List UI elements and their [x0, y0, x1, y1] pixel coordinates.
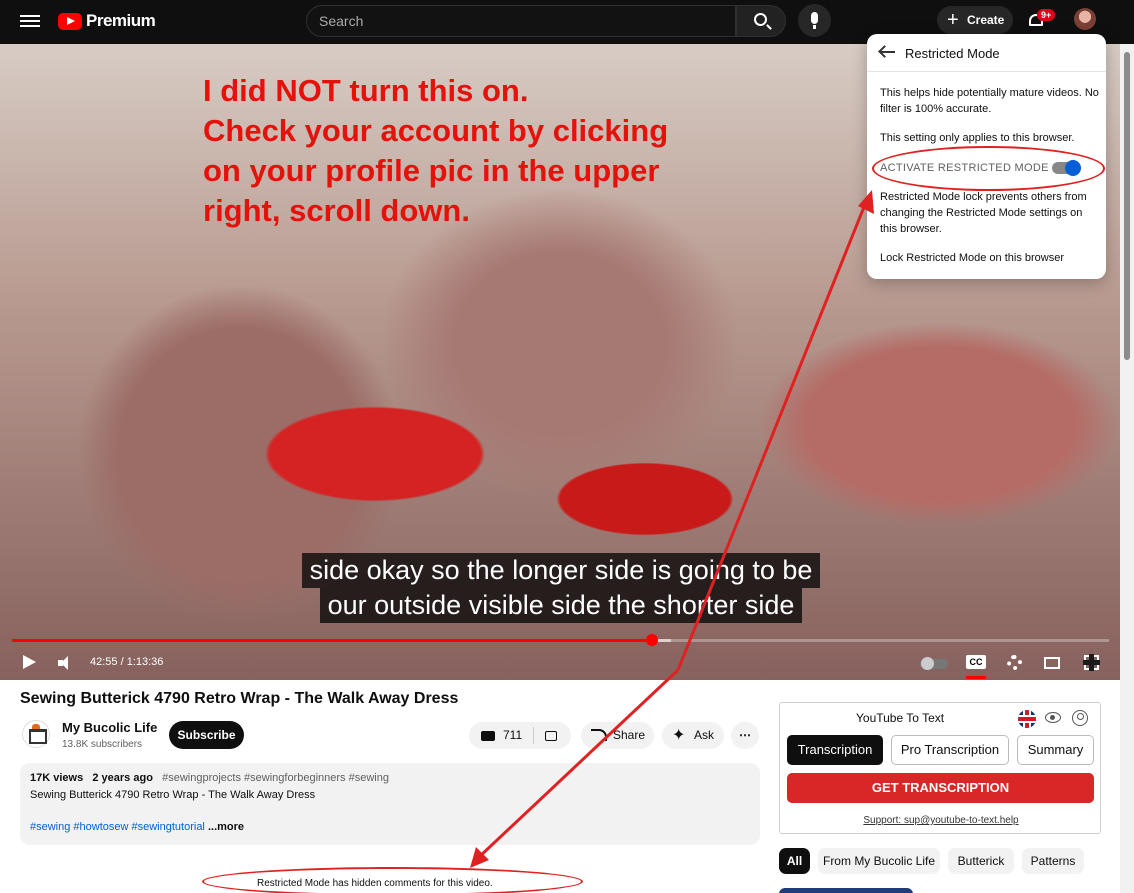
description-hashtags[interactable]: #sewing #howtosew #sewingtutorial: [30, 821, 205, 833]
settings-gear-icon[interactable]: [1007, 655, 1022, 670]
logo-text: Premium: [86, 11, 156, 30]
overlay-line: right, scroll down.: [203, 193, 470, 228]
profile-avatar[interactable]: [1074, 8, 1096, 30]
get-transcription-button[interactable]: GET TRANSCRIPTION: [787, 773, 1094, 803]
chip-butterick[interactable]: Butterick: [948, 848, 1014, 874]
annotation-overlay-text: I did NOT turn this on. Check your accou…: [203, 71, 763, 231]
upload-age: 2 years ago: [92, 772, 153, 784]
channel-avatar[interactable]: [22, 720, 50, 748]
menu-icon[interactable]: [20, 12, 40, 30]
back-arrow-icon[interactable]: [879, 45, 895, 59]
video-title: Sewing Butterick 4790 Retro Wrap - The W…: [20, 690, 459, 707]
youtube-logo[interactable]: Premium: [58, 11, 156, 31]
annotation-arrowhead-down: [470, 847, 489, 868]
related-video-thumbnail[interactable]: [779, 888, 913, 893]
page: Premium Search + Create 9+ I did NOT tur…: [0, 0, 1134, 893]
chip-from-channel[interactable]: From My Bucolic Life: [818, 848, 940, 874]
user-account-icon[interactable]: [1072, 710, 1088, 726]
scrollbar-thumb[interactable]: [1124, 52, 1130, 360]
restricted-description: This helps hide potentially mature video…: [880, 87, 1099, 115]
channel-name[interactable]: My Bucolic Life: [62, 720, 157, 735]
share-button[interactable]: Share: [581, 722, 654, 749]
tab-pro-transcription[interactable]: Pro Transcription: [891, 735, 1009, 765]
fullscreen-icon[interactable]: [1083, 654, 1100, 671]
caption-line: our outside visible side the shorter sid…: [319, 588, 803, 623]
search-input[interactable]: Search: [306, 5, 736, 37]
ask-label: Ask: [694, 728, 715, 742]
tab-summary[interactable]: Summary: [1017, 735, 1094, 765]
overlay-line: on your profile pic in the upper: [203, 153, 660, 188]
microphone-icon[interactable]: [798, 4, 831, 37]
youtube-play-icon: [58, 12, 82, 30]
browser-note: This setting only applies to this browse…: [880, 132, 1075, 144]
search-icon: [754, 13, 767, 26]
thumbs-up-icon[interactable]: [481, 731, 495, 741]
progress-scrubber[interactable]: [645, 634, 658, 646]
overlay-line: Check your account by clicking: [203, 113, 669, 148]
description-box[interactable]: 17K views 2 years ago #sewingprojects #s…: [20, 763, 760, 845]
like-dislike-group: 711: [469, 722, 571, 749]
youtube-to-text-widget: YouTube To Text Transcription Pro Transc…: [779, 702, 1101, 834]
player-controls: 42:55 / 1:13:36 CC: [0, 648, 1120, 680]
sparkle-icon: ✦: [672, 727, 686, 744]
lock-note: Restricted Mode lock prevents others fro…: [880, 191, 1087, 235]
more-actions-button[interactable]: ⋯: [731, 722, 759, 749]
uk-flag-icon[interactable]: [1018, 710, 1036, 728]
eye-icon[interactable]: [1045, 712, 1061, 723]
like-divider: [533, 727, 534, 744]
top-hashtags[interactable]: #sewingprojects #sewingforbeginners #sew…: [162, 772, 389, 784]
play-icon[interactable]: [23, 655, 36, 669]
theater-mode-icon[interactable]: [1044, 657, 1060, 669]
notification-badge: 9+: [1037, 9, 1056, 21]
caption-line: side okay so the longer side is going to…: [301, 553, 821, 588]
overlay-line: I did NOT turn this on.: [203, 73, 529, 108]
support-link[interactable]: Support: sup@youtube-to-text.help: [780, 815, 1102, 826]
share-label: Share: [613, 728, 646, 742]
chip-all[interactable]: All: [779, 848, 810, 874]
progress-played: [12, 639, 652, 642]
menu-title: Restricted Mode: [905, 46, 1000, 61]
captions-icon[interactable]: CC: [966, 655, 986, 669]
widget-title: YouTube To Text: [856, 711, 945, 725]
ask-button[interactable]: ✦ Ask: [662, 722, 724, 749]
like-count[interactable]: 711: [503, 722, 522, 749]
create-label: Create: [967, 13, 1005, 27]
page-scrollbar[interactable]: [1120, 44, 1134, 893]
chip-patterns[interactable]: Patterns: [1022, 848, 1084, 874]
lock-restricted-mode-link[interactable]: Lock Restricted Mode on this browser: [880, 250, 1100, 266]
search-button[interactable]: [736, 5, 786, 37]
thumbs-down-icon[interactable]: [545, 731, 557, 741]
menu-header: Restricted Mode: [867, 34, 1106, 72]
description-meta: 17K views 2 years ago #sewingprojects #s…: [30, 772, 389, 784]
description-footer: #sewing #howtosew #sewingtutorial ...mor…: [30, 821, 244, 833]
create-button[interactable]: + Create: [937, 6, 1013, 34]
time-display: 42:55 / 1:13:36: [90, 656, 164, 668]
annotation-ellipse-toggle: [872, 146, 1105, 191]
description-more-link[interactable]: ...more: [208, 821, 244, 833]
subscriber-count: 13.8K subscribers: [62, 739, 143, 750]
closed-caption: side okay so the longer side is going to…: [295, 553, 827, 623]
autoplay-toggle[interactable]: [920, 657, 948, 670]
share-icon: [591, 729, 607, 741]
view-count: 17K views: [30, 772, 84, 784]
tab-transcription[interactable]: Transcription: [787, 735, 883, 765]
captions-active-indicator: [966, 676, 986, 679]
description-text: Sewing Butterick 4790 Retro Wrap - The W…: [30, 789, 316, 801]
progress-bar[interactable]: [12, 634, 1109, 646]
annotation-ellipse-comments: [202, 867, 583, 893]
search-bar: Search: [306, 5, 786, 37]
subscribe-button[interactable]: Subscribe: [169, 721, 244, 749]
volume-icon[interactable]: [58, 655, 74, 671]
plus-icon: +: [947, 9, 959, 31]
